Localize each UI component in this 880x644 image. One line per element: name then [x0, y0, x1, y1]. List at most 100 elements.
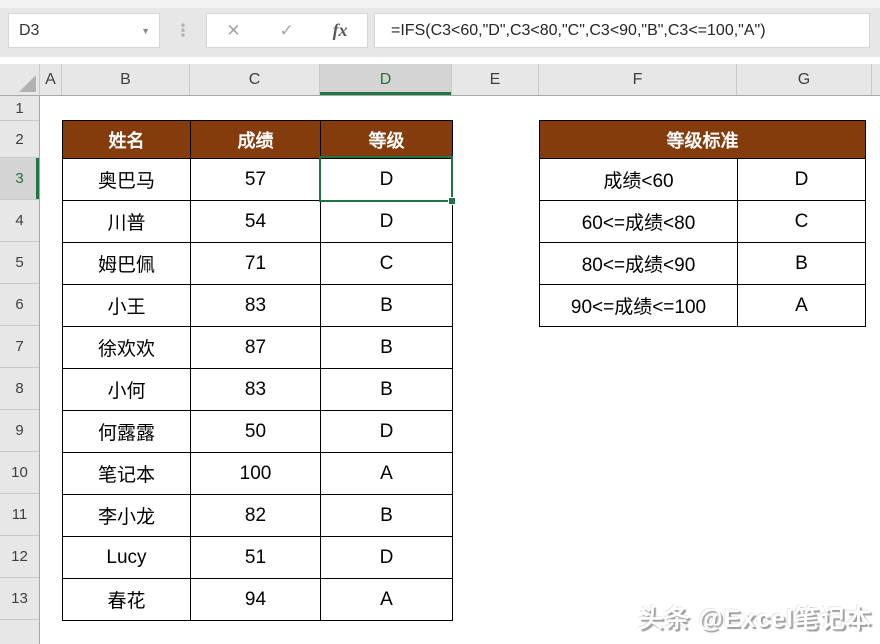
name-box[interactable]: D3 ▼: [8, 13, 160, 48]
row-header-3[interactable]: 3: [0, 158, 39, 200]
table-row: 何露露 50 D: [62, 410, 453, 453]
grade-table-title[interactable]: 等级标准: [539, 120, 866, 159]
cell-score[interactable]: 94: [190, 578, 321, 621]
cell-grade[interactable]: B: [320, 326, 453, 369]
table-row: 李小龙 82 B: [62, 494, 453, 537]
select-all-button[interactable]: [0, 64, 40, 95]
cell-score[interactable]: 57: [190, 158, 321, 201]
row-header-7[interactable]: 7: [0, 326, 39, 368]
cell-name[interactable]: 李小龙: [62, 494, 191, 537]
column-header-f[interactable]: F: [539, 64, 737, 95]
cell-grade[interactable]: B: [320, 494, 453, 537]
select-all-triangle-icon: [19, 75, 36, 92]
chevron-down-icon[interactable]: ▼: [141, 26, 159, 36]
column-header-d[interactable]: D: [320, 64, 452, 95]
row-header-1[interactable]: 1: [0, 96, 39, 121]
cell-name[interactable]: 奥巴马: [62, 158, 191, 201]
table-row: 80<=成绩<90 B: [539, 242, 866, 285]
cell-score[interactable]: 100: [190, 452, 321, 495]
cell-score[interactable]: 83: [190, 284, 321, 327]
column-header-b[interactable]: B: [62, 64, 190, 95]
row-header-column: 1 2 3 4 5 6 7 8 9 10 11 12 13: [0, 96, 40, 644]
cell-score[interactable]: 71: [190, 242, 321, 285]
table-row: 60<=成绩<80 C: [539, 200, 866, 243]
formula-buttons: ✕ ✓ fx: [206, 13, 368, 48]
cell-range[interactable]: 80<=成绩<90: [539, 242, 738, 285]
cell-name[interactable]: 何露露: [62, 410, 191, 453]
table-row: Lucy 51 D: [62, 536, 453, 579]
score-table-header-score[interactable]: 成绩: [190, 120, 321, 159]
formula-strip: D3 ▼ ⋮ ✕ ✓ fx =IFS(C3<60,"D",C3<80,"C",C…: [0, 0, 880, 57]
cell-range[interactable]: 90<=成绩<=100: [539, 284, 738, 327]
formula-text: =IFS(C3<60,"D",C3<80,"C",C3<90,"B",C3<=1…: [391, 21, 766, 39]
table-row: 成绩<60 D: [539, 158, 866, 201]
cell-grade[interactable]: A: [320, 578, 453, 621]
grade-criteria-table: 等级标准 成绩<60 D 60<=成绩<80 C 80<=成绩<90 B 90<…: [539, 120, 866, 327]
row-header-11[interactable]: 11: [0, 494, 39, 536]
cell-grade[interactable]: D: [737, 158, 866, 201]
cell-name[interactable]: 小王: [62, 284, 191, 327]
cell-score[interactable]: 87: [190, 326, 321, 369]
column-header-row: A B C D E F G: [0, 64, 880, 96]
cell-score[interactable]: 50: [190, 410, 321, 453]
table-row: 小何 83 B: [62, 368, 453, 411]
table-row: 徐欢欢 87 B: [62, 326, 453, 369]
formula-bar[interactable]: =IFS(C3<60,"D",C3<80,"C",C3<90,"B",C3<=1…: [374, 13, 870, 48]
fill-handle[interactable]: [448, 197, 456, 205]
cell-grade[interactable]: C: [737, 200, 866, 243]
row-header-12[interactable]: 12: [0, 536, 39, 578]
row-header-6[interactable]: 6: [0, 284, 39, 326]
cancel-icon[interactable]: ✕: [226, 21, 240, 41]
row-header-5[interactable]: 5: [0, 242, 39, 284]
cell-name[interactable]: 徐欢欢: [62, 326, 191, 369]
cell-name[interactable]: 小何: [62, 368, 191, 411]
cell-name[interactable]: Lucy: [62, 536, 191, 579]
name-box-value: D3: [19, 21, 40, 39]
cell-name[interactable]: 姆巴佩: [62, 242, 191, 285]
watermark-text: 头条 @Excel笔记本: [638, 605, 872, 633]
table-row: 90<=成绩<=100 A: [539, 284, 866, 327]
score-table-header-grade[interactable]: 等级: [320, 120, 453, 159]
cell-name[interactable]: 春花: [62, 578, 191, 621]
cell-range[interactable]: 成绩<60: [539, 158, 738, 201]
cell-grade[interactable]: D: [320, 536, 453, 579]
row-header-9[interactable]: 9: [0, 410, 39, 452]
cell-grade[interactable]: B: [320, 368, 453, 411]
score-table: 姓名 成绩 等级 奥巴马 57 D 川普 54 D 姆巴佩 71 C 小王 83…: [62, 120, 453, 621]
row-header-2[interactable]: 2: [0, 121, 39, 158]
cell-score[interactable]: 82: [190, 494, 321, 537]
row-header-8[interactable]: 8: [0, 368, 39, 410]
cell-range[interactable]: 60<=成绩<80: [539, 200, 738, 243]
row-header-4[interactable]: 4: [0, 200, 39, 242]
cell-grade[interactable]: A: [737, 284, 866, 327]
score-table-header-name[interactable]: 姓名: [62, 120, 191, 159]
row-header-13[interactable]: 13: [0, 578, 39, 620]
cell-grade[interactable]: D: [320, 200, 453, 243]
enter-icon[interactable]: ✓: [279, 21, 293, 41]
cell-grade[interactable]: D: [320, 158, 453, 201]
column-header-g[interactable]: G: [737, 64, 872, 95]
cell-grade[interactable]: A: [320, 452, 453, 495]
table-row: 川普 54 D: [62, 200, 453, 243]
cell-grade[interactable]: D: [320, 410, 453, 453]
row-header-filler: [0, 620, 39, 644]
cell-score[interactable]: 54: [190, 200, 321, 243]
table-row: 小王 83 B: [62, 284, 453, 327]
table-row: 春花 94 A: [62, 578, 453, 621]
cell-name[interactable]: 川普: [62, 200, 191, 243]
cell-grade[interactable]: B: [737, 242, 866, 285]
row-header-10[interactable]: 10: [0, 452, 39, 494]
column-header-e[interactable]: E: [452, 64, 539, 95]
cell-score[interactable]: 51: [190, 536, 321, 579]
insert-function-icon[interactable]: fx: [333, 20, 348, 41]
table-row: 姆巴佩 71 C: [62, 242, 453, 285]
cell-grade[interactable]: B: [320, 284, 453, 327]
cell-grade[interactable]: C: [320, 242, 453, 285]
table-row: 笔记本 100 A: [62, 452, 453, 495]
column-header-filler: [872, 64, 880, 95]
cell-name[interactable]: 笔记本: [62, 452, 191, 495]
drag-handle-dots-icon[interactable]: ⋮: [175, 13, 192, 48]
cell-score[interactable]: 83: [190, 368, 321, 411]
column-header-c[interactable]: C: [190, 64, 320, 95]
column-header-a[interactable]: A: [40, 64, 62, 95]
